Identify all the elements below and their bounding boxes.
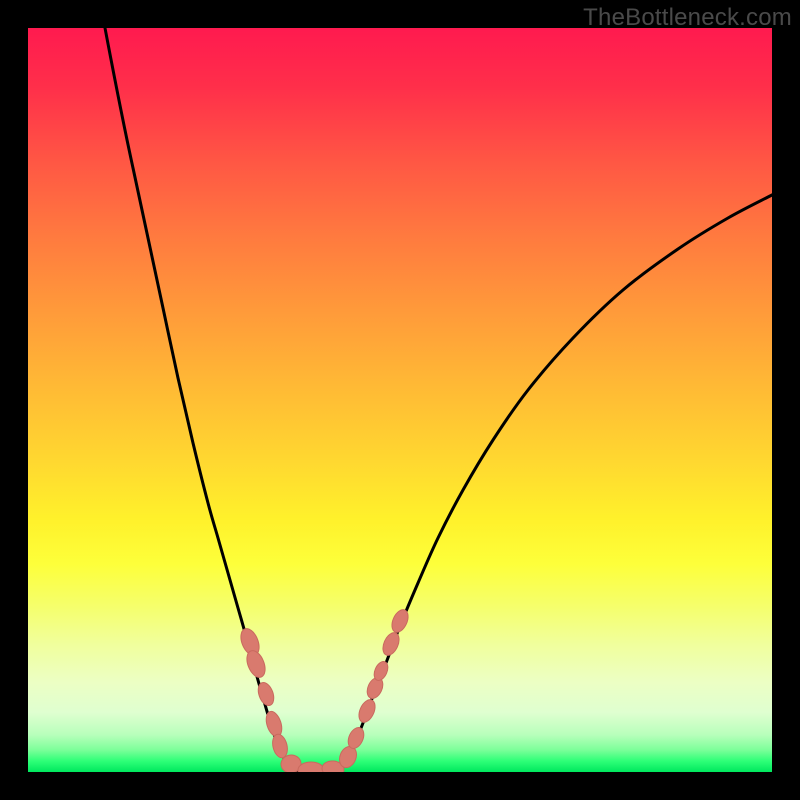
markers-layer [237, 607, 411, 772]
data-marker [356, 697, 379, 725]
bottleneck-curve [105, 28, 772, 772]
plot-area [28, 28, 772, 772]
data-marker [298, 762, 324, 772]
bottleneck-curve-svg [28, 28, 772, 772]
data-marker [380, 630, 403, 658]
chart-frame: TheBottleneck.com [0, 0, 800, 800]
data-marker [270, 733, 289, 760]
curve-layer [105, 28, 772, 772]
data-marker [389, 607, 412, 635]
